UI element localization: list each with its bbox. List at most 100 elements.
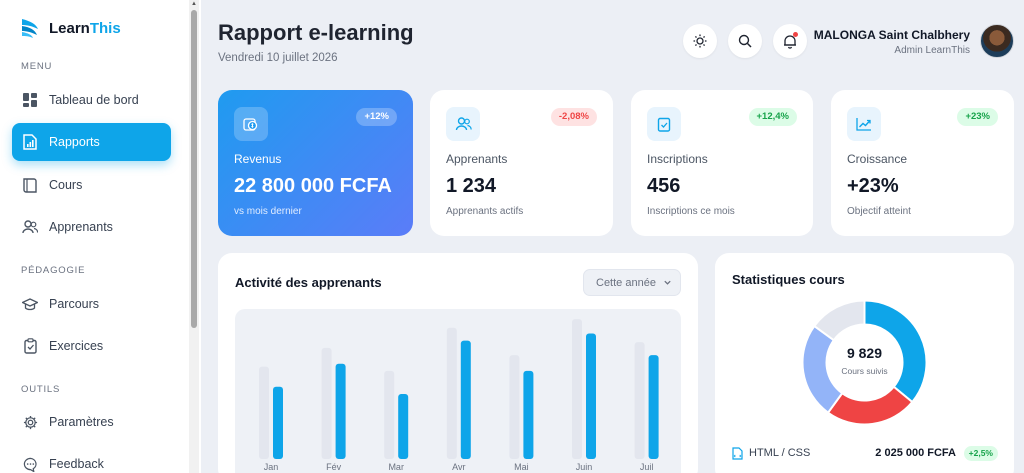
donut-total: 9 829 <box>846 345 883 361</box>
stat-subtitle: Inscriptions ce mois <box>647 206 735 217</box>
bar-back-1[interactable] <box>321 347 332 459</box>
period-select[interactable]: Cette année <box>583 269 681 296</box>
x-tick-label: Jan <box>264 462 279 472</box>
course-name: HTML / CSS <box>749 447 811 459</box>
bar-front-3[interactable] <box>460 340 471 459</box>
avatar[interactable] <box>980 24 1014 58</box>
sidebar-item-label: Exercices <box>49 339 104 353</box>
sidebar-item-exercises[interactable]: Exercices <box>12 327 171 365</box>
stat-subtitle: vs mois dernier <box>234 206 302 217</box>
file-code-icon <box>732 446 743 460</box>
bar-back-2[interactable] <box>384 370 395 459</box>
stat-card-revenue[interactable]: +12% Revenus 22 800 000 FCFA vs mois der… <box>218 90 413 236</box>
bar-back-0[interactable] <box>259 366 269 459</box>
trend-badge: +12% <box>356 108 397 126</box>
stat-card-growth[interactable]: +23% Croissance +23% Objectif atteint <box>831 90 1014 236</box>
notifications-button[interactable] <box>773 24 807 58</box>
users-icon <box>446 107 480 141</box>
sidebar-item-dashboard[interactable]: Tableau de bord <box>12 81 171 119</box>
bar-front-0[interactable] <box>273 386 283 459</box>
sidebar-scrollbar-thumb[interactable] <box>191 10 197 328</box>
logo-icon <box>22 19 38 38</box>
stat-label: Apprenants <box>446 152 508 166</box>
sidebar-item-courses[interactable]: Cours <box>12 166 171 204</box>
clipboard-icon <box>22 338 38 354</box>
sidebar-item-label: Tableau de bord <box>49 93 139 107</box>
bar-front-2[interactable] <box>398 393 409 459</box>
scroll-up-arrow-icon[interactable]: ▲ <box>190 0 198 8</box>
stat-label: Croissance <box>847 152 908 166</box>
user-role: Admin LearnThis <box>894 45 970 56</box>
sidebar-item-learners[interactable]: Apprenants <box>12 208 171 246</box>
activity-title: Activité des apprenants <box>235 275 382 290</box>
sidebar-item-feedback[interactable]: Feedback <box>12 445 171 473</box>
sidebar-item-label: Cours <box>49 178 83 192</box>
x-tick-label: Mai <box>514 462 529 472</box>
dashboard-icon <box>22 92 38 108</box>
course-amount: 2 025 000 FCFA <box>875 447 956 459</box>
book-icon <box>22 177 38 193</box>
section-label-pedagogy: PÉDAGOGIE <box>21 265 86 276</box>
sidebar-item-label: Rapports <box>49 135 100 149</box>
bar-back-6[interactable] <box>634 342 645 459</box>
bar-back-3[interactable] <box>446 327 457 459</box>
trend-badge: +12,4% <box>748 108 797 126</box>
bar-front-1[interactable] <box>335 363 346 459</box>
stat-value: 1 234 <box>446 175 497 197</box>
search-button[interactable] <box>728 24 762 58</box>
money-icon <box>234 107 268 141</box>
bar-front-5[interactable] <box>586 333 596 459</box>
stat-label: Revenus <box>234 152 282 166</box>
sidebar-item-label: Paramètres <box>49 415 114 429</box>
donut-total-label: Cours suivis <box>841 366 888 376</box>
graduation-cap-icon <box>22 296 38 312</box>
chat-icon <box>22 456 38 472</box>
course-stats-title: Statistiques cours <box>732 272 845 287</box>
x-tick-label: Juin <box>576 462 593 472</box>
chevron-down-icon <box>664 280 671 285</box>
checklist-icon <box>647 107 681 141</box>
stat-subtitle: Apprenants actifs <box>446 206 524 217</box>
logo[interactable]: LearnThis <box>20 16 121 40</box>
sidebar-item-label: Apprenants <box>49 220 113 234</box>
x-tick-label: Fév <box>326 462 342 472</box>
trend-badge: +2,5% <box>963 445 998 461</box>
sidebar-item-paths[interactable]: Parcours <box>12 285 171 323</box>
x-tick-label: Juil <box>640 462 654 472</box>
stat-label: Inscriptions <box>647 152 708 166</box>
sidebar-item-label: Feedback <box>49 457 104 471</box>
section-label-tools: OUTILS <box>21 384 61 395</box>
activity-chart: Jan Fév Mar Avr Mai Juin Juil <box>235 309 681 473</box>
trend-badge: +23% <box>957 108 998 126</box>
list-item[interactable]: HTML / CSS 2 025 000 FCFA +2,5% <box>732 443 998 463</box>
trend-icon <box>847 107 881 141</box>
user-name[interactable]: MALONGA Saint Chalbhery <box>814 28 970 42</box>
stat-card-enrollments[interactable]: +12,4% Inscriptions 456 Inscriptions ce … <box>631 90 813 236</box>
stat-card-learners[interactable]: -2,08% Apprenants 1 234 Apprenants actif… <box>430 90 613 236</box>
brand-name: LearnThis <box>49 19 121 37</box>
sidebar-item-label: Parcours <box>49 297 100 311</box>
trend-badge: -2,08% <box>550 108 597 126</box>
bar-back-4[interactable] <box>509 355 520 459</box>
section-label-menu: MENU <box>21 61 53 72</box>
search-icon <box>738 34 752 48</box>
users-icon <box>22 219 38 235</box>
theme-toggle-button[interactable] <box>683 24 717 58</box>
report-icon <box>22 134 38 150</box>
bar-front-4[interactable] <box>523 370 534 459</box>
sidebar-item-reports[interactable]: Rapports <box>12 123 171 161</box>
stat-value: 456 <box>647 175 681 197</box>
donut-center: 9 829 Cours suivis <box>801 345 928 376</box>
page-title: Rapport e-learning <box>218 20 414 45</box>
stat-subtitle: Objectif atteint <box>847 206 911 217</box>
sidebar: LearnThis MENU Tableau de bord Rapports … <box>0 0 201 473</box>
page-date: Vendredi 10 juillet 2026 <box>218 52 338 64</box>
gear-icon <box>22 414 38 430</box>
notification-dot <box>793 32 798 37</box>
x-tick-label: Mar <box>388 462 404 472</box>
bar-back-5[interactable] <box>572 319 582 459</box>
period-select-value: Cette année <box>596 276 656 289</box>
sun-icon <box>693 34 707 48</box>
sidebar-item-settings[interactable]: Paramètres <box>12 403 171 441</box>
bar-front-6[interactable] <box>648 355 659 459</box>
